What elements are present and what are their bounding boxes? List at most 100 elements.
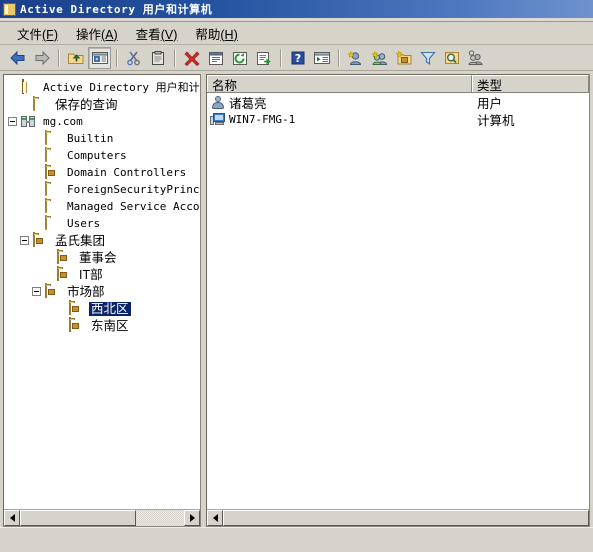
tree-node-5[interactable]: Domain Controllers (4, 164, 200, 181)
collapse-node-icon[interactable] (32, 287, 41, 296)
menu-action[interactable]: 操作(A) (67, 22, 127, 45)
table-row[interactable]: 诸葛亮 用户 (207, 94, 589, 111)
window-titlebar: Active Directory 用户和计算机 (0, 0, 593, 18)
tree-node-label: Managed Service Accoun (67, 199, 200, 213)
menu-help[interactable]: 帮助(H) (186, 22, 246, 45)
ou-folder-icon (45, 283, 61, 299)
tree-node-14[interactable]: 东南区 (4, 317, 200, 334)
toolbar-separator-4 (280, 48, 282, 67)
find-icon (444, 51, 459, 64)
tree-node-12[interactable]: 市场部 (4, 283, 200, 300)
column-header-type[interactable]: 类型 (472, 75, 589, 93)
collapse-node-icon[interactable] (8, 117, 17, 126)
refresh-icon (232, 51, 247, 65)
folder-icon (45, 130, 61, 146)
refresh-button[interactable] (228, 47, 251, 69)
find-users-button[interactable] (464, 47, 487, 69)
back-icon (9, 50, 24, 65)
client-area: Active Directory 用户和计算机保存的查询 mg.com Builti… (0, 71, 593, 527)
tree-node-9[interactable]: 孟氏集团 (4, 232, 200, 249)
show-hide-tree-button[interactable] (88, 46, 111, 69)
results-list-body: 诸葛亮 用户 WIN7-FMG-1 计算机 (207, 93, 589, 509)
folder-icon (45, 215, 61, 231)
tree-node-label: 市场部 (67, 284, 105, 299)
console-tree: Active Directory 用户和计算机保存的查询 mg.com Builti… (4, 75, 200, 334)
delete-button[interactable] (180, 47, 203, 69)
ou-folder-icon (45, 164, 61, 180)
folder-icon (33, 96, 49, 112)
tree-scroll-right-button[interactable] (184, 510, 200, 526)
tree-node-6[interactable]: ForeignSecurityPrincip (4, 181, 200, 198)
new-user-icon (346, 50, 361, 65)
tree-scroll-track[interactable] (20, 510, 184, 526)
help-icon: ? (291, 51, 304, 65)
table-row[interactable]: WIN7-FMG-1 计算机 (207, 111, 589, 128)
column-header-name[interactable]: 名称 (207, 75, 472, 93)
toolbar-separator-1 (58, 48, 60, 67)
tree-node-3[interactable]: Builtin (4, 130, 200, 147)
tree-node-4[interactable]: Computers (4, 147, 200, 164)
cell-type: 计算机 (477, 114, 515, 128)
show-hide-tree-icon (91, 51, 108, 64)
collapse-node-icon[interactable] (20, 236, 29, 245)
menu-file[interactable]: 文件(F) (8, 22, 67, 45)
back-button[interactable] (6, 47, 29, 69)
computer-icon (210, 112, 226, 127)
tree-node-7[interactable]: Managed Service Accoun (4, 198, 200, 215)
export-list-button[interactable] (252, 47, 275, 69)
ou-folder-icon (69, 300, 85, 316)
cut-icon (126, 51, 140, 65)
user-icon (210, 95, 226, 110)
ou-folder-icon (57, 249, 73, 265)
toolbar-separator-2 (116, 48, 118, 67)
paste-button[interactable] (146, 47, 169, 69)
properties-button[interactable] (204, 47, 227, 69)
find-users-icon (467, 49, 483, 65)
cut-button[interactable] (122, 47, 145, 69)
row-name-label: WIN7-FMG-1 (229, 113, 296, 126)
up-one-level-button[interactable] (64, 47, 87, 69)
forward-button[interactable] (30, 47, 53, 69)
list-scroll-thumb[interactable] (223, 510, 589, 526)
toolbar-separator-5 (338, 48, 340, 67)
folder-icon (45, 198, 61, 214)
ou-folder-icon (33, 232, 49, 248)
tree-node-label: Users (67, 216, 101, 230)
new-user-button[interactable] (344, 47, 367, 69)
list-column-header: 名称 类型 (207, 75, 589, 93)
menu-action-accel: (A) (101, 27, 118, 42)
tree-scroll-left-button[interactable] (4, 510, 20, 526)
tree-node-13[interactable]: 西北区 (4, 300, 200, 317)
tree-node-label: 东南区 (91, 318, 129, 333)
new-group-button[interactable] (368, 47, 391, 69)
menubar: 文件(F) 操作(A) 查看(V) 帮助(H) (0, 22, 593, 45)
tree-node-label: ForeignSecurityPrincip (67, 182, 200, 196)
help-button[interactable]: ? (286, 47, 309, 69)
new-container-button[interactable] (392, 47, 415, 69)
tree-node-0[interactable]: Active Directory 用户和计算机 (4, 79, 200, 96)
tree-node-10[interactable]: 董事会 (4, 249, 200, 266)
tree-horizontal-scrollbar[interactable] (4, 509, 200, 526)
list-scroll-left-button[interactable] (207, 510, 223, 526)
tree-scroll-thumb[interactable] (20, 510, 136, 526)
console-snapin-icon (21, 79, 37, 95)
results-list-pane: 名称 类型 诸葛亮 用户 WIN7-FMG-1 计算机 (206, 74, 590, 527)
tree-node-8[interactable]: Users (4, 215, 200, 232)
toolbar-separator-3 (174, 48, 176, 67)
list-horizontal-scrollbar[interactable] (207, 509, 589, 526)
list-scroll-track[interactable] (223, 510, 589, 526)
tree-node-label: IT部 (79, 267, 103, 282)
find-button[interactable] (440, 47, 463, 69)
console-snapin-icon (3, 2, 16, 16)
menu-view-label: 查看 (135, 27, 161, 42)
domain-icon (21, 115, 37, 129)
tree-node-2[interactable]: mg.com (4, 113, 200, 130)
menu-view[interactable]: 查看(V) (127, 22, 187, 45)
window-title: Active Directory 用户和计算机 (20, 3, 213, 16)
tree-node-11[interactable]: IT部 (4, 266, 200, 283)
status-bar (0, 527, 593, 552)
filter-button[interactable] (416, 47, 439, 69)
tree-node-1[interactable]: 保存的查询 (4, 96, 200, 113)
arrow-left-icon (212, 514, 218, 522)
show-action-pane-button[interactable] (310, 47, 333, 69)
